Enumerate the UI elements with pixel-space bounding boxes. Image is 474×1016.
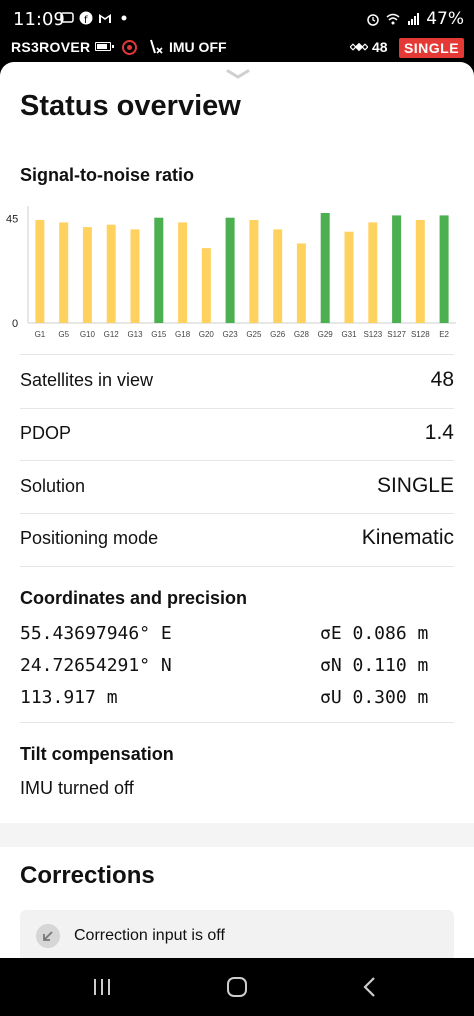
page-title: Status overview [20, 90, 241, 122]
satellite-count: 48 [372, 39, 388, 55]
row-value: 48 [430, 368, 454, 391]
system-nav-bar [0, 958, 474, 1016]
tilt-value: IMU turned off [20, 778, 134, 798]
divider [20, 460, 454, 461]
clock: 11:09 [13, 9, 65, 30]
x-tick-label: G25 [246, 330, 262, 339]
divider [20, 566, 454, 567]
row-label: Satellites in view [20, 370, 154, 390]
satellite-icon [350, 42, 368, 52]
snr-bar-g28 [296, 243, 306, 323]
arrow-down-left-icon [36, 924, 60, 948]
rover-status-bar[interactable]: RS3ROVER IMU OFF 48 SINGLE [0, 36, 474, 62]
snr-chart: 45 0 G1 G5 G10 G12 G13 G15 G18 G20 G23 G25 G26 G28 G29… [6, 206, 456, 339]
x-tick-label: E2 [439, 330, 449, 339]
x-tick-label: G28 [294, 330, 310, 339]
system-status-bar: 11:09 f 47% [0, 0, 474, 36]
precision-up: σU 0.300 m [320, 687, 429, 708]
dot-icon [121, 15, 127, 21]
snr-bar-e2 [439, 215, 449, 323]
rover-name: RS3ROVER [11, 39, 91, 55]
precision-north: σN 0.110 m [320, 655, 429, 676]
snr-title: Signal-to-noise ratio [20, 165, 195, 185]
divider [20, 354, 454, 355]
x-tick-label: G20 [199, 330, 215, 339]
x-tick-label: G26 [270, 330, 286, 339]
x-tick-label: S123 [363, 330, 382, 339]
x-tick-label: G10 [80, 330, 96, 339]
row-label: PDOP [20, 423, 72, 443]
y-tick-label: 45 [6, 214, 18, 226]
snr-bar-g13 [130, 229, 140, 323]
system-icons: 47% [366, 9, 464, 29]
precision-east: σE 0.086 m [320, 623, 429, 644]
alarm-icon [367, 14, 379, 26]
x-tick-label: G31 [341, 330, 357, 339]
snr-bar-s127 [392, 215, 402, 323]
x-tick-label: G15 [151, 330, 167, 339]
notification-icons: f [60, 11, 131, 25]
svg-text:f: f [84, 15, 88, 25]
x-tick-label: G12 [104, 330, 120, 339]
snr-bar-g25 [249, 220, 259, 323]
x-tick-label: G5 [58, 330, 69, 339]
row-value: Kinematic [361, 526, 454, 549]
corrections-title: Corrections [20, 862, 155, 889]
snr-bar-s128 [415, 220, 425, 323]
snr-bar-g5 [59, 222, 69, 323]
snr-bar-s123 [368, 222, 378, 323]
row-value: 1.4 [424, 421, 454, 444]
row-label: Solution [20, 476, 86, 496]
x-tick-label: G1 [35, 330, 46, 339]
x-tick-label: G23 [223, 330, 239, 339]
snr-bar-g26 [273, 229, 283, 323]
record-icon [122, 40, 137, 55]
snr-bar-g20 [201, 248, 211, 323]
battery-percent: 47% [426, 9, 464, 29]
row-label: Positioning mode [20, 528, 159, 548]
coordinate-north: 24.72654291° N [20, 655, 172, 676]
x-tick-label: G13 [127, 330, 143, 339]
coordinate-up: 113.917 m [20, 687, 118, 708]
recent-apps-button[interactable] [82, 972, 122, 1002]
row-satellites: Satellites in view 48 [0, 356, 474, 408]
divider [20, 722, 454, 723]
row-value: SINGLE [376, 474, 454, 497]
row-positioning-mode: Positioning mode Kinematic [0, 514, 474, 566]
snr-bar-g12 [106, 224, 116, 323]
snr-bar-g29 [320, 213, 330, 323]
corrections-message: Correction input is off [74, 927, 225, 944]
imu-status: IMU OFF [169, 39, 227, 55]
x-tick-label: S128 [411, 330, 430, 339]
facebook-icon: f [79, 11, 93, 25]
back-button[interactable] [350, 972, 390, 1002]
home-button[interactable] [217, 972, 257, 1002]
chevron-down-icon[interactable] [226, 68, 250, 80]
message-icon [60, 12, 74, 23]
snr-bar-g1 [35, 220, 45, 323]
status-sheet: Status overview Signal-to-noise ratio 45… [0, 62, 474, 958]
wifi-icon [386, 13, 400, 25]
coordinates-title: Coordinates and precision [20, 588, 248, 608]
x-tick-label: G29 [318, 330, 334, 339]
tilt-title: Tilt compensation [20, 744, 174, 764]
snr-bar-g31 [344, 231, 354, 323]
x-tick-label: G18 [175, 330, 191, 339]
row-solution: Solution SINGLE [0, 462, 474, 514]
y-tick-label: 0 [12, 318, 18, 330]
snr-bar-g23 [225, 217, 235, 323]
snr-bar-g15 [154, 217, 164, 323]
section-separator [0, 823, 474, 847]
signal-icon [408, 13, 420, 25]
solution-badge: SINGLE [399, 38, 464, 58]
x-tick-label: S127 [387, 330, 406, 339]
coordinate-east: 55.43697946° E [20, 623, 172, 644]
snr-bar-g18 [178, 222, 188, 323]
row-pdop: PDOP 1.4 [0, 409, 474, 461]
corrections-card[interactable]: Correction input is off [20, 910, 454, 958]
gmail-icon [99, 14, 111, 23]
battery-icon [95, 42, 114, 51]
snr-bar-g10 [82, 227, 92, 323]
imu-off-icon [150, 39, 163, 54]
